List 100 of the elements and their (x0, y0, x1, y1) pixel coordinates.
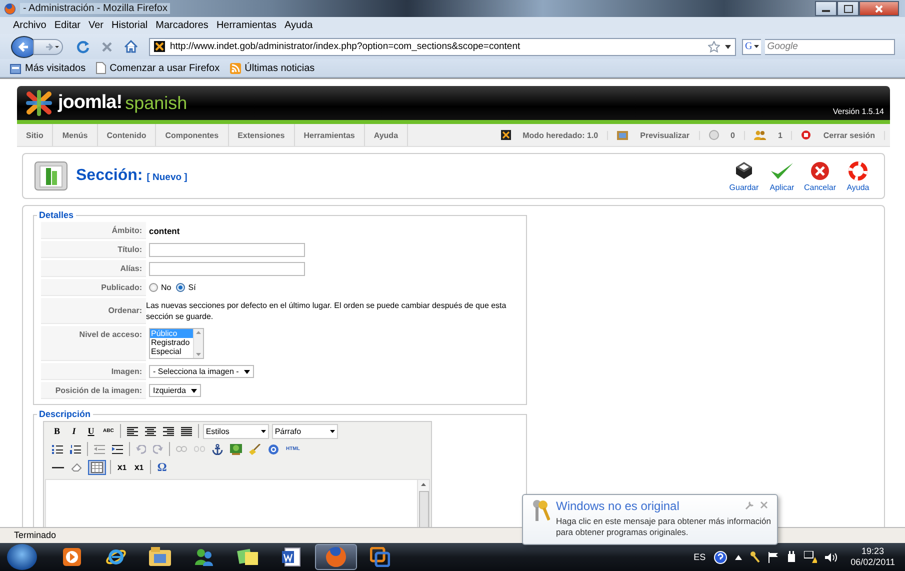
scrollbar[interactable] (417, 480, 429, 527)
format-button[interactable]: I (67, 424, 81, 438)
menu-item[interactable]: Contenido (98, 124, 156, 146)
bookmark-link[interactable]: Últimas noticias (230, 62, 315, 74)
access-level-list[interactable]: Público Registrado Especial (149, 328, 204, 359)
users-icon (754, 130, 766, 140)
power-plug-icon[interactable] (786, 551, 796, 563)
toolbar-button[interactable]: Guardar (726, 160, 762, 192)
radio-option[interactable]: Sí (176, 283, 196, 292)
list-option[interactable]: Especial (150, 347, 193, 356)
caret-icon (260, 430, 266, 432)
close-button[interactable] (859, 1, 899, 16)
undo-icon (136, 444, 146, 454)
notification-title: Windows no es original (556, 499, 680, 513)
format-button[interactable]: U (84, 424, 98, 438)
bullet-list-icon (52, 444, 63, 454)
anchor-button[interactable] (210, 442, 225, 456)
clock[interactable]: 19:23 06/02/2011 (850, 546, 895, 568)
logout-icon (801, 130, 812, 140)
brand-suffix: spanish (125, 92, 188, 114)
status-link[interactable]: Modo heredado: 1.0 (500, 130, 608, 140)
two-people-icon (193, 547, 215, 567)
toolbar-button[interactable]: Ayuda (840, 160, 876, 192)
field-label: Posición de la imagen: (41, 382, 146, 399)
address-bar[interactable]: http://www.indet.gob/administrator/index.php?option=com_sections&scope=content (149, 38, 736, 56)
search-engine-button[interactable]: G (742, 38, 762, 54)
menu-item[interactable]: Editar (50, 20, 84, 31)
scroll-thumb[interactable] (418, 491, 428, 527)
menu-item[interactable]: Herramientas (212, 20, 280, 31)
section-legend: Descripción (37, 409, 93, 419)
caret-icon (330, 430, 335, 432)
preview-icon (617, 130, 628, 140)
checkmark-icon (770, 160, 794, 180)
status-link[interactable]: Previsualizar (617, 130, 700, 140)
floppy-disk-icon (734, 160, 754, 180)
horizontal-rule-icon (52, 466, 64, 468)
image-button[interactable] (228, 442, 244, 456)
table-button[interactable] (88, 460, 106, 474)
joomla-logo-icon (25, 90, 53, 116)
format-button[interactable]: B (50, 424, 64, 438)
toolbar-button[interactable]: Cancelar (802, 160, 838, 192)
bookmark-link[interactable]: Comenzar a usar Firefox (96, 62, 220, 74)
numbered-list-icon (70, 444, 81, 454)
search-field[interactable]: Google (765, 38, 896, 54)
menu-item[interactable]: Herramientas (294, 124, 365, 146)
show-hidden-icons-icon[interactable] (734, 554, 742, 560)
special-character-button[interactable]: Ω (155, 460, 169, 474)
language-indicator[interactable]: ES (694, 552, 706, 562)
justify-icon (180, 426, 192, 436)
field-label: Ámbito: (41, 222, 146, 239)
network-warning-icon[interactable] (804, 551, 817, 563)
caret-icon[interactable] (725, 44, 731, 48)
arrow-left-icon (18, 40, 30, 52)
text-input[interactable] (149, 242, 305, 256)
menu-item[interactable]: Ayuda (280, 20, 317, 31)
menu-item[interactable]: Archivo (9, 20, 50, 31)
speaker-icon[interactable] (824, 552, 837, 562)
menu-item[interactable]: Ayuda (364, 124, 408, 146)
radio-option[interactable]: No (149, 283, 172, 292)
unlink-icon (194, 444, 205, 454)
menu-item[interactable]: Menús (53, 124, 98, 146)
format-dropdown[interactable]: Párrafo (272, 424, 338, 438)
media-player-icon (63, 548, 81, 566)
menu-item[interactable]: Sitio (17, 124, 54, 146)
menu-item[interactable]: Historial (108, 20, 152, 31)
start-button[interactable] (7, 544, 37, 570)
star-icon[interactable] (708, 40, 720, 52)
scroll-up-icon[interactable] (421, 483, 426, 486)
field-label: Nivel de acceso: (41, 326, 146, 361)
section-icon (34, 159, 68, 193)
status-link[interactable]: 1 (754, 130, 792, 140)
cleanup-broom-button[interactable] (247, 442, 263, 456)
minimize-button[interactable] (815, 1, 837, 16)
cancel-icon (810, 160, 830, 180)
flag-icon[interactable] (768, 552, 779, 562)
menu-item[interactable]: Extensiones (228, 124, 295, 146)
caret-icon (754, 45, 760, 48)
field-label: Alías: (41, 260, 146, 277)
menu-item[interactable]: Componentes (156, 124, 229, 146)
reload-icon (76, 40, 90, 54)
help-icon[interactable] (714, 550, 727, 564)
menu-item[interactable]: Ver (84, 20, 108, 31)
text-input[interactable] (149, 262, 305, 276)
bookmark-link[interactable]: Más visitados (10, 62, 86, 74)
status-link[interactable]: Cerrar sesión (801, 130, 885, 140)
toolbar-button[interactable]: Aplicar (764, 160, 800, 192)
folder-icon (149, 547, 171, 567)
menu-item[interactable]: Marcadores (152, 20, 212, 31)
legacy-mode-icon (500, 130, 511, 140)
maximize-button[interactable] (837, 1, 859, 16)
list-option[interactable]: Registrado (150, 338, 193, 347)
help-button[interactable] (266, 442, 281, 456)
home-icon (124, 40, 138, 53)
key-icon[interactable] (750, 551, 760, 563)
dropdown[interactable]: Izquierda (149, 384, 201, 397)
field-label: Título: (41, 241, 146, 258)
styles-dropdown[interactable]: Estilos (202, 424, 269, 438)
dropdown[interactable]: - Selecciona la imagen - (149, 365, 254, 378)
help-icon (268, 444, 279, 454)
status-link[interactable]: 0 (708, 130, 745, 140)
